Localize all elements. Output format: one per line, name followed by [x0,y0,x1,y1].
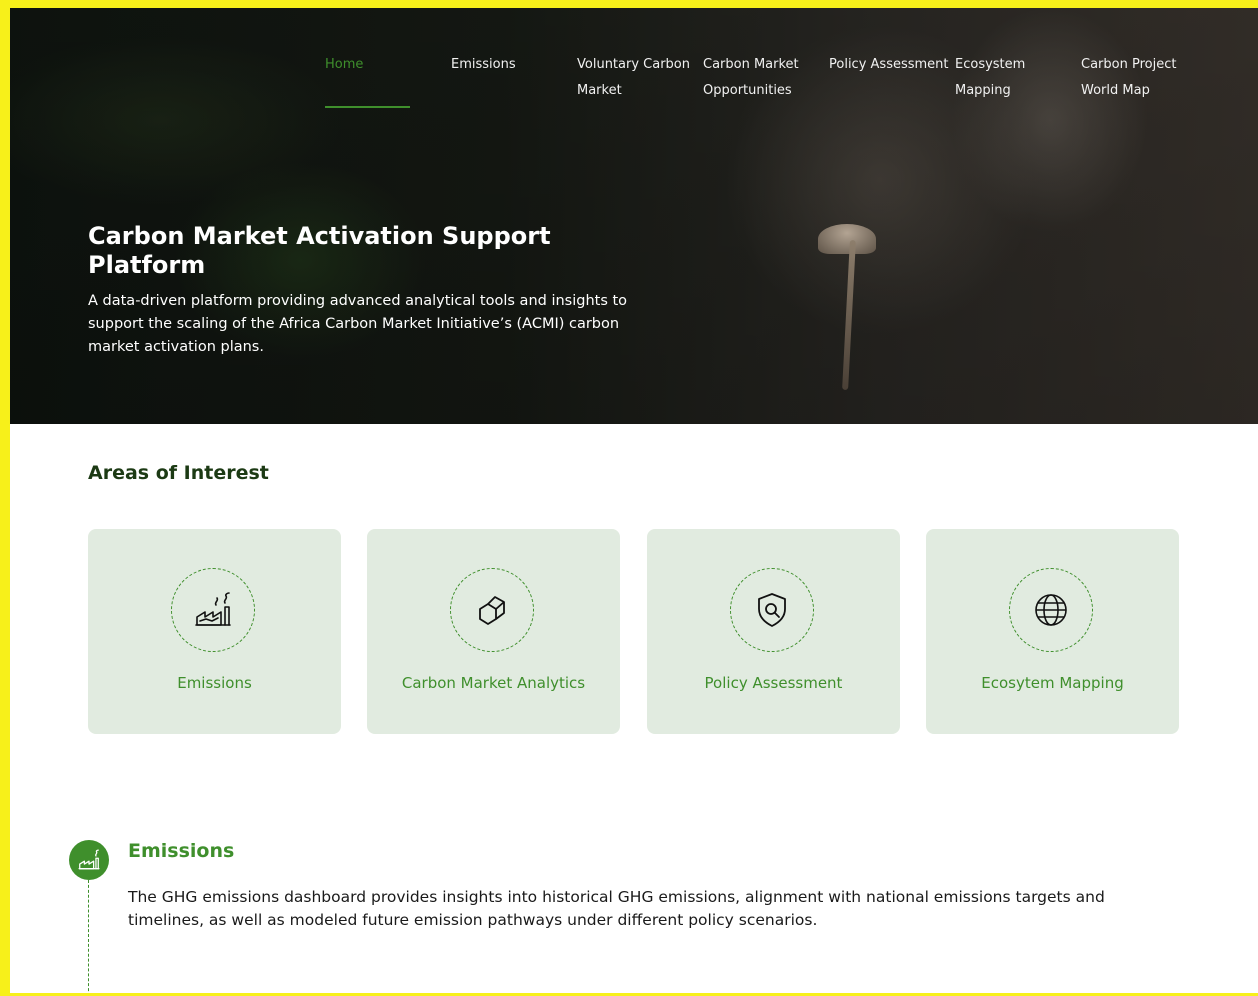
hero-background-mushroom [818,224,876,254]
icon-ring [171,568,255,652]
area-card-label: Carbon Market Analytics [401,674,586,692]
nav-item-label: Ecosystem Mapping [955,57,1026,98]
emissions-section-description: The GHG emissions dashboard provides ins… [128,888,1105,929]
emissions-timeline-marker [69,840,109,880]
main-nav: Home Emissions Voluntary Carbon Market C… [325,52,1207,108]
icon-ring [1009,568,1093,652]
area-card-label: Emissions [177,674,252,692]
nav-item-label: Emissions [451,57,516,72]
factory-emissions-icon [195,592,231,626]
nav-item-carbon-project-world-map[interactable]: Carbon Project World Map [1081,52,1207,104]
icon-ring [450,568,534,652]
nav-item-policy-assessment[interactable]: Policy Assessment [829,52,955,104]
nav-item-label: Policy Assessment [829,57,949,72]
shield-search-icon [758,593,786,627]
area-card-carbon-market-analytics[interactable]: Carbon Market Analytics [367,529,620,734]
nav-item-label: Home [325,57,364,72]
area-card-emissions[interactable]: Emissions [88,529,341,734]
area-card-ecosystem-mapping[interactable]: Ecosytem Mapping [926,529,1179,734]
icon-ring [730,568,814,652]
nav-item-label: Voluntary Carbon Market [577,57,690,98]
factory-emissions-icon [78,849,100,870]
nav-active-underline [325,106,410,108]
hexagon-cube-icon [479,596,505,625]
nav-item-emissions[interactable]: Emissions [451,52,577,104]
page-title: Carbon Market Activation Support Platfor… [88,222,551,279]
emissions-section-title: Emissions [128,840,235,862]
globe-icon [1035,594,1067,626]
timeline-connector [88,880,89,996]
nav-item-ecosystem-mapping[interactable]: Ecosystem Mapping [955,52,1081,104]
hero-banner: Home Emissions Voluntary Carbon Market C… [0,0,1258,424]
nav-item-label: Carbon Project World Map [1081,57,1177,98]
nav-item-label: Carbon Market Opportunities [703,57,799,98]
area-card-policy-assessment[interactable]: Policy Assessment [647,529,900,734]
hero-description: A data-driven platform providing advance… [88,293,628,355]
area-card-label: Ecosytem Mapping [981,674,1124,692]
area-card-label: Policy Assessment [704,674,843,692]
nav-item-carbon-market-opportunities[interactable]: Carbon Market Opportunities [703,52,829,104]
areas-of-interest-heading: Areas of Interest [88,462,269,484]
nav-item-voluntary-carbon-market[interactable]: Voluntary Carbon Market [577,52,703,104]
nav-item-home[interactable]: Home [325,52,451,108]
